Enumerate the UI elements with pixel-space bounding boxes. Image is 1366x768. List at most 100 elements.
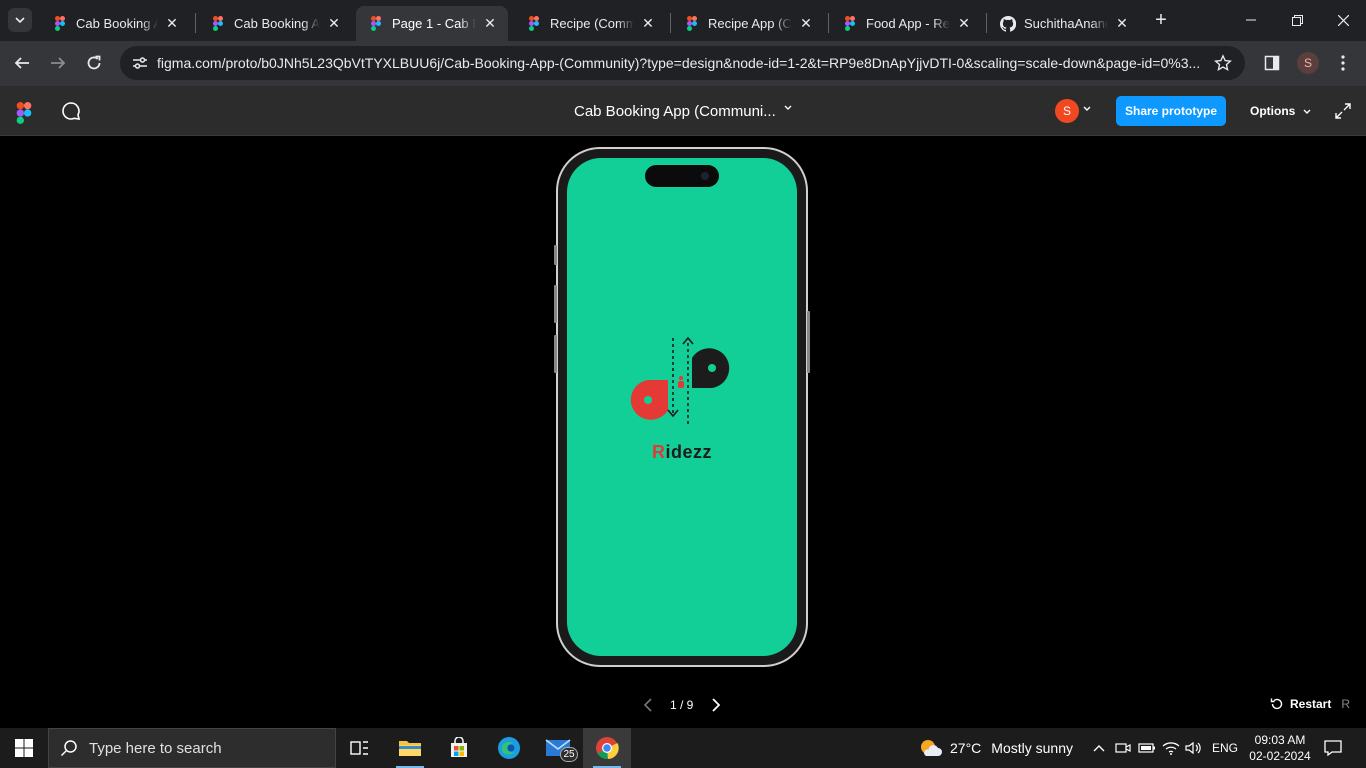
close-icon[interactable]: ✕ bbox=[164, 15, 180, 32]
browser-tab-active[interactable]: Page 1 - Cab Booking ✕ bbox=[356, 6, 508, 41]
figma-icon bbox=[684, 16, 700, 32]
url-text[interactable]: figma.com/proto/b0JNh5L23QbVtTYXLBUU6j/C… bbox=[157, 55, 1207, 71]
restart-icon bbox=[1270, 698, 1283, 710]
windows-taskbar: Type here to search 25 27°C Mostly sunny… bbox=[0, 728, 1366, 768]
file-explorer-button[interactable] bbox=[386, 728, 434, 768]
chrome-icon bbox=[596, 737, 619, 760]
start-button[interactable] bbox=[0, 728, 48, 768]
restart-label: Restart bbox=[1290, 697, 1332, 711]
chevron-down-icon[interactable] bbox=[1083, 104, 1091, 114]
browser-tab[interactable]: Food App - Recipe ✕ bbox=[830, 6, 982, 41]
fullscreen-icon[interactable] bbox=[1333, 101, 1353, 121]
volume-icon[interactable] bbox=[1184, 739, 1204, 757]
meet-now-icon[interactable] bbox=[1113, 739, 1133, 757]
browser-tab[interactable]: SuchithaAnand/ ✕ bbox=[988, 6, 1140, 41]
device-side-button bbox=[807, 311, 810, 373]
tab-search-button[interactable] bbox=[8, 8, 32, 32]
battery-icon[interactable] bbox=[1137, 739, 1157, 757]
side-panel-button[interactable] bbox=[1258, 49, 1286, 77]
dynamic-island bbox=[645, 165, 719, 187]
mail-app-button[interactable]: 25 bbox=[534, 728, 582, 768]
close-icon[interactable]: ✕ bbox=[640, 15, 656, 32]
figma-logo-icon[interactable] bbox=[16, 102, 32, 124]
brand-initial: R bbox=[651, 442, 666, 462]
brand-rest: idezz bbox=[665, 442, 712, 462]
options-menu-button[interactable]: Options bbox=[1250, 104, 1311, 118]
figma-icon bbox=[210, 16, 226, 32]
restart-button[interactable]: Restart R bbox=[1270, 697, 1350, 711]
bookmark-star-icon[interactable] bbox=[1213, 53, 1233, 73]
browser-tab[interactable]: Cab Booking App ✕ bbox=[40, 6, 190, 41]
taskbar-search-box[interactable]: Type here to search bbox=[48, 728, 336, 768]
tab-title: Page 1 - Cab Booking bbox=[392, 16, 476, 31]
figma-icon bbox=[842, 16, 858, 32]
close-icon[interactable]: ✕ bbox=[956, 15, 972, 32]
chevron-down-icon[interactable] bbox=[784, 103, 792, 114]
kebab-menu-icon bbox=[1341, 55, 1345, 71]
new-tab-button[interactable]: + bbox=[1150, 9, 1172, 31]
close-icon[interactable]: ✕ bbox=[482, 15, 498, 32]
microsoft-store-button[interactable] bbox=[435, 728, 483, 768]
share-prototype-button[interactable]: Share prototype bbox=[1116, 96, 1226, 126]
system-clock[interactable]: 09:03 AM 02-02-2024 bbox=[1246, 732, 1314, 764]
task-view-icon bbox=[350, 741, 368, 755]
user-avatar[interactable]: S bbox=[1055, 99, 1079, 123]
chrome-browser-button[interactable] bbox=[583, 728, 631, 768]
file-title[interactable]: Cab Booking App (Communi... bbox=[574, 103, 776, 120]
edge-browser-button[interactable] bbox=[485, 728, 533, 768]
tab-title: Cab Booking App bbox=[234, 16, 320, 31]
device-side-button bbox=[554, 285, 557, 323]
browser-tab[interactable]: Cab Booking App ✕ bbox=[198, 6, 352, 41]
search-icon bbox=[49, 739, 89, 757]
chevron-left-icon[interactable] bbox=[640, 695, 656, 715]
forward-button[interactable] bbox=[44, 49, 72, 77]
close-icon[interactable]: ✕ bbox=[326, 15, 342, 32]
chevron-right-icon[interactable] bbox=[708, 695, 724, 715]
mail-unread-badge: 25 bbox=[560, 747, 578, 762]
tab-title: Recipe (Community) bbox=[550, 16, 634, 31]
splash-screen[interactable]: Ridezz bbox=[567, 158, 797, 656]
browser-tab[interactable]: Recipe App (Community) ✕ bbox=[672, 6, 824, 41]
input-language[interactable]: ENG bbox=[1212, 739, 1238, 757]
browser-toolbar: figma.com/proto/b0JNh5L23QbVtTYXLBUU6j/C… bbox=[0, 41, 1366, 86]
weather-temperature: 27°C bbox=[950, 740, 982, 756]
close-icon[interactable]: ✕ bbox=[1114, 15, 1130, 32]
weather-widget[interactable]: 27°C Mostly sunny bbox=[918, 738, 1073, 758]
frame-pager: 1 / 9 bbox=[640, 695, 726, 715]
brand-name: Ridezz bbox=[567, 442, 797, 463]
figma-icon bbox=[52, 16, 68, 32]
close-window-button[interactable] bbox=[1320, 0, 1366, 40]
figma-icon bbox=[526, 16, 542, 32]
reload-button[interactable] bbox=[80, 49, 108, 77]
figma-icon bbox=[368, 16, 384, 32]
notification-icon[interactable] bbox=[1322, 738, 1344, 758]
reload-icon bbox=[87, 55, 101, 70]
search-placeholder: Type here to search bbox=[89, 739, 222, 757]
options-label: Options bbox=[1250, 104, 1296, 118]
ridezz-logo-icon bbox=[630, 336, 730, 424]
address-bar[interactable]: figma.com/proto/b0JNh5L23QbVtTYXLBUU6j/C… bbox=[120, 46, 1245, 80]
figma-header: Cab Booking App (Communi... S Share prot… bbox=[0, 86, 1366, 136]
restart-shortcut: R bbox=[1341, 697, 1351, 711]
browser-tab[interactable]: Recipe (Community) ✕ bbox=[514, 6, 666, 41]
browser-menu-button[interactable] bbox=[1329, 49, 1357, 77]
comment-icon[interactable] bbox=[60, 100, 82, 122]
task-view-button[interactable] bbox=[336, 728, 384, 768]
minimize-button[interactable] bbox=[1228, 0, 1274, 40]
back-button[interactable] bbox=[8, 49, 36, 77]
close-icon[interactable]: ✕ bbox=[798, 15, 814, 32]
forward-arrow-icon bbox=[51, 57, 66, 69]
clock-date: 02-02-2024 bbox=[1249, 749, 1311, 763]
chevron-down-icon bbox=[1303, 109, 1311, 114]
restore-icon bbox=[1291, 14, 1303, 26]
site-info-icon[interactable] bbox=[128, 51, 152, 75]
side-panel-icon bbox=[1264, 55, 1280, 71]
tab-title: Food App - Recipe bbox=[866, 16, 950, 31]
chevron-up-icon[interactable] bbox=[1089, 739, 1109, 757]
device-frame: Ridezz bbox=[554, 147, 810, 667]
wifi-icon[interactable] bbox=[1161, 739, 1181, 757]
partly-sunny-icon bbox=[921, 740, 942, 756]
tab-title: Cab Booking App bbox=[76, 16, 158, 31]
restore-button[interactable] bbox=[1274, 0, 1320, 40]
browser-profile-avatar[interactable]: S bbox=[1297, 52, 1319, 74]
